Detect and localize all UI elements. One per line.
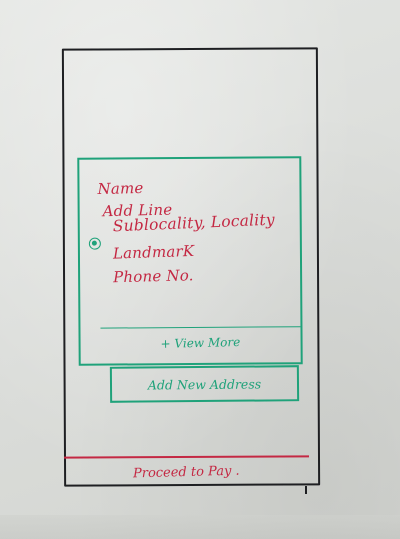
add-new-address-label: Add New Address	[147, 376, 262, 392]
address-name: Name	[97, 178, 144, 199]
frame-stub	[305, 486, 307, 494]
proceed-to-pay-button[interactable]: Proceed to Pay .	[64, 458, 309, 486]
radio-selected-dot	[91, 240, 97, 246]
address-landmark: LandmarK	[112, 241, 195, 263]
add-new-address-button[interactable]: Add New Address	[109, 365, 300, 403]
view-more-button[interactable]: + View More	[100, 326, 301, 358]
board-edge	[0, 515, 400, 539]
address-phone: Phone No.	[112, 266, 194, 287]
view-more-label: + View More	[160, 334, 241, 351]
address-radio-button[interactable]	[88, 237, 101, 250]
proceed-to-pay-label: Proceed to Pay .	[133, 463, 240, 481]
address-card[interactable]: Name Add Line Sublocality, Locality Land…	[77, 156, 303, 366]
